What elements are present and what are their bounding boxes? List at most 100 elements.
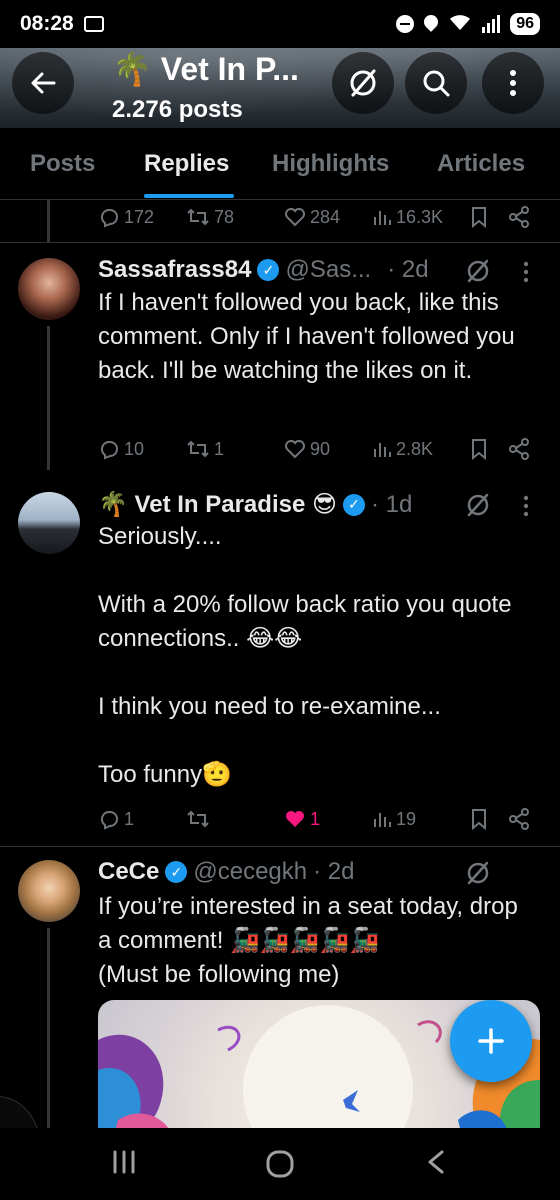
grok-button[interactable] xyxy=(332,52,394,114)
thread-line xyxy=(47,928,50,1140)
repost-icon xyxy=(187,208,209,226)
bookmark-icon xyxy=(472,207,486,228)
share-action[interactable] xyxy=(508,206,530,228)
share-action[interactable] xyxy=(508,438,530,460)
more-vertical-icon[interactable] xyxy=(522,494,530,518)
author-name[interactable]: Sassafrass84 xyxy=(98,256,251,284)
tweet-header: Sassafrass84 ✓ @Sas... · 2d xyxy=(98,256,429,284)
repost-action[interactable] xyxy=(186,808,210,830)
status-bar: 08:28 96 xyxy=(0,0,560,48)
share-action[interactable] xyxy=(508,808,530,830)
profile-header: 🌴 Vet In P... 2.276 posts xyxy=(0,40,560,128)
heart-icon xyxy=(285,208,305,227)
thread-line xyxy=(47,200,50,242)
author-name[interactable]: CeCe xyxy=(98,858,159,886)
repost-action[interactable]: 78 xyxy=(186,206,234,228)
tweet-text: Seriously.... With a 20% follow back rat… xyxy=(98,523,512,788)
like-action[interactable]: 90 xyxy=(284,438,330,460)
grok-icon[interactable] xyxy=(465,258,491,284)
tweet-text: If I haven't followed you back, like thi… xyxy=(98,289,522,384)
author-name[interactable]: 🌴 Vet In Paradise 😎 xyxy=(98,490,337,519)
repost-icon xyxy=(187,810,209,828)
back-nav-icon[interactable] xyxy=(424,1148,448,1176)
search-icon xyxy=(423,70,450,97)
tweet-actions: 10 1 90 2.8K xyxy=(98,434,538,464)
verified-badge-icon: ✓ xyxy=(343,493,365,516)
status-time: 08:28 xyxy=(20,12,74,35)
views-action[interactable]: 19 xyxy=(372,809,416,830)
recent-apps-icon[interactable] xyxy=(110,1148,138,1176)
wifi-icon xyxy=(448,12,472,37)
like-action[interactable]: 1 xyxy=(284,808,320,830)
tweet-time: · 2d xyxy=(387,256,429,283)
tab-highlights[interactable]: Highlights xyxy=(272,150,389,178)
bookmark-icon xyxy=(472,439,486,460)
active-tab-indicator xyxy=(144,194,234,198)
tweet-actions: 1 1 19 xyxy=(98,804,538,834)
tab-replies[interactable]: Replies xyxy=(144,150,229,178)
views-action[interactable]: 16.3K xyxy=(372,207,443,228)
reply-icon xyxy=(101,209,118,228)
bookmark-icon xyxy=(472,809,486,830)
heart-filled-icon xyxy=(286,811,304,827)
back-button[interactable] xyxy=(12,52,74,114)
grok-icon[interactable] xyxy=(465,860,491,886)
more-vertical-icon[interactable] xyxy=(522,260,530,284)
tab-articles[interactable]: Articles xyxy=(437,150,525,178)
views-icon xyxy=(374,443,391,457)
avatar[interactable] xyxy=(18,492,80,554)
views-icon xyxy=(374,211,391,225)
heart-icon xyxy=(285,440,305,459)
home-icon[interactable] xyxy=(264,1148,296,1180)
views-action[interactable]: 2.8K xyxy=(372,439,433,460)
bookmark-action[interactable] xyxy=(470,808,488,830)
arrow-left-icon xyxy=(31,72,56,94)
author-handle[interactable]: @cecegkh xyxy=(193,858,307,886)
avatar[interactable] xyxy=(18,860,80,922)
verified-badge-icon: ✓ xyxy=(257,259,280,281)
reply-action[interactable]: 1 xyxy=(98,808,134,830)
grok-icon[interactable] xyxy=(465,492,491,518)
more-vertical-icon xyxy=(510,70,516,96)
thread-line xyxy=(47,326,50,470)
profile-tabs: Posts Replies Highlights Articles xyxy=(0,128,560,200)
divider xyxy=(0,242,560,243)
share-icon xyxy=(509,808,529,830)
repost-action[interactable]: 1 xyxy=(186,438,224,460)
repost-icon xyxy=(187,440,209,458)
author-handle[interactable]: @Sas... xyxy=(285,256,371,284)
reply-icon xyxy=(101,811,118,830)
reply-icon xyxy=(101,441,118,460)
battery-indicator: 96 xyxy=(510,13,540,35)
tweet-header: 🌴 Vet In Paradise 😎 ✓ · 1d xyxy=(98,490,412,519)
tab-posts[interactable]: Posts xyxy=(30,150,95,178)
share-icon xyxy=(509,206,529,228)
avatar[interactable] xyxy=(18,258,80,320)
reply-action[interactable]: 172 xyxy=(98,206,154,228)
tweet-time: · 1d xyxy=(371,490,413,518)
verified-badge-icon: ✓ xyxy=(165,861,188,883)
screenshot-icon xyxy=(83,16,104,32)
signal-icon xyxy=(482,15,501,33)
post-count: 2.276 posts xyxy=(112,96,243,123)
reply-action[interactable]: 10 xyxy=(98,438,144,460)
tweet-header: CeCe ✓ @cecegkh · 2d xyxy=(98,858,354,886)
bookmark-action[interactable] xyxy=(470,206,488,228)
plus-icon xyxy=(478,1028,504,1054)
bookmark-action[interactable] xyxy=(470,438,488,460)
compose-button[interactable] xyxy=(450,1000,532,1082)
tweet-text: If you’re interested in a seat today, dr… xyxy=(98,893,518,988)
divider xyxy=(0,846,560,847)
replies-feed: 172 78 284 16.3K Sassafrass84 ✓ @Sas... … xyxy=(0,200,560,1140)
location-icon xyxy=(424,15,438,33)
more-options-button[interactable] xyxy=(482,52,544,114)
like-action[interactable]: 284 xyxy=(284,206,340,228)
search-button[interactable] xyxy=(405,52,467,114)
tweet-time: · 2d xyxy=(313,858,355,885)
system-nav-bar xyxy=(0,1128,560,1200)
profile-title: 🌴 Vet In P... xyxy=(112,51,299,87)
tweet-actions: 172 78 284 16.3K xyxy=(98,202,538,232)
share-icon xyxy=(509,438,529,460)
do-not-disturb-icon xyxy=(396,15,415,33)
grok-icon xyxy=(350,69,376,97)
